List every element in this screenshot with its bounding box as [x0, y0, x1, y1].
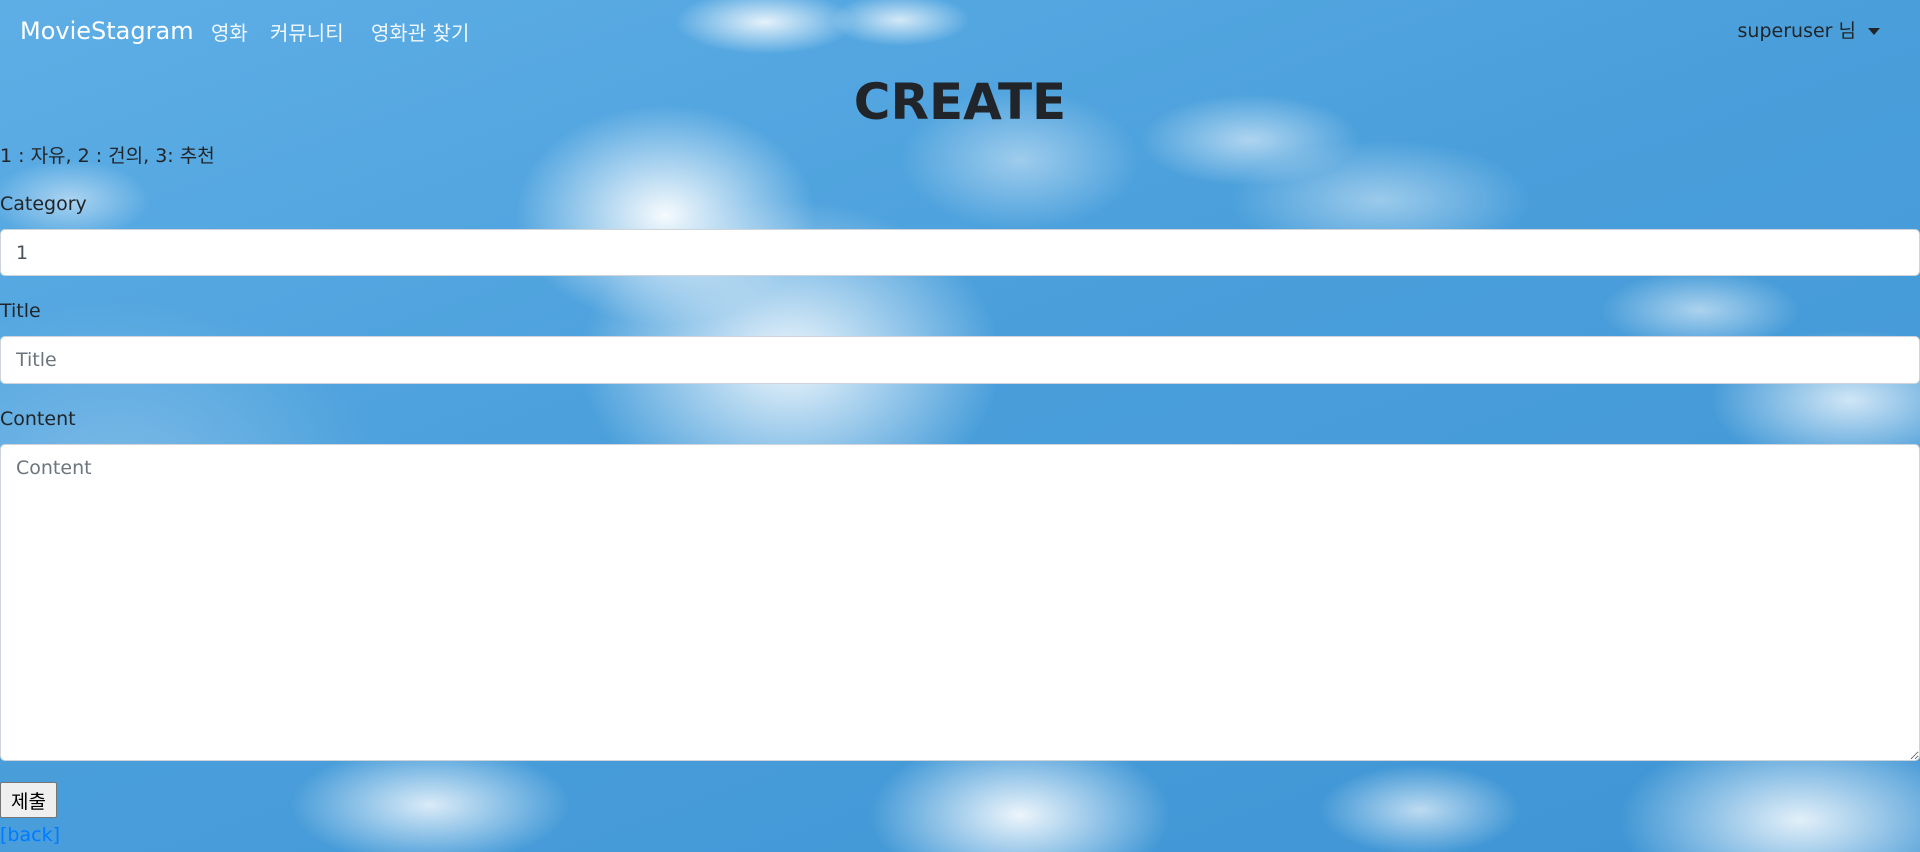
title-label: Title [0, 300, 41, 322]
navbar: MovieStagram 영화 커뮤니티 영화관 찾기 superuser 님 [0, 0, 1920, 62]
nav-link-movies[interactable]: 영화 [211, 17, 248, 46]
brand-link[interactable]: MovieStagram [20, 17, 194, 45]
nav-link-find-theater[interactable]: 영화관 찾기 [371, 17, 469, 46]
content-label: Content [0, 408, 76, 430]
title-input[interactable] [0, 336, 1920, 384]
content-textarea[interactable] [0, 444, 1920, 761]
submit-button[interactable]: 제출 [0, 782, 57, 818]
user-dropdown[interactable]: superuser 님 [1738, 16, 1880, 43]
category-input[interactable] [0, 229, 1920, 276]
back-link[interactable]: [back] [0, 824, 60, 846]
page-title: CREATE [853, 73, 1067, 131]
caret-down-icon [1868, 28, 1880, 35]
user-dropdown-label: superuser 님 [1737, 20, 1856, 42]
category-label: Category [0, 193, 87, 215]
category-hint: 1 : 자유, 2 : 건의, 3: 추천 [0, 145, 215, 167]
nav-link-community[interactable]: 커뮤니티 [270, 17, 344, 46]
